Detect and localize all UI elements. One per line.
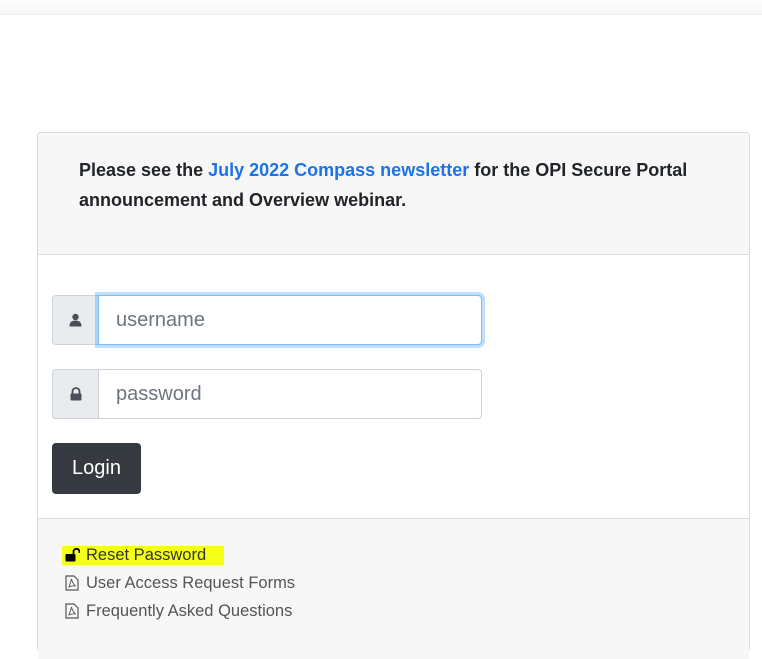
top-bar xyxy=(0,0,762,15)
password-group xyxy=(52,369,482,419)
reset-password-label: Reset Password xyxy=(86,545,207,564)
announcement-header: Please see the July 2022 Compass newslet… xyxy=(38,133,749,255)
user-icon xyxy=(52,295,98,345)
reset-password-link[interactable]: Reset Password xyxy=(62,541,749,569)
announcement-prefix: Please see the xyxy=(79,160,209,180)
help-links: Reset Password User Access Request Forms… xyxy=(38,519,749,659)
login-form: Login xyxy=(38,255,749,519)
username-group xyxy=(52,295,482,345)
faq-link[interactable]: Frequently Asked Questions xyxy=(64,597,749,625)
reset-password-highlight: Reset Password xyxy=(62,545,225,565)
login-card: Please see the July 2022 Compass newslet… xyxy=(37,132,750,659)
pdf-file-icon xyxy=(64,602,80,620)
newsletter-link[interactable]: July 2022 Compass newsletter xyxy=(208,160,469,180)
user-access-forms-label: User Access Request Forms xyxy=(86,573,296,592)
user-access-forms-link[interactable]: User Access Request Forms xyxy=(64,569,749,597)
faq-label: Frequently Asked Questions xyxy=(86,601,293,620)
unlock-icon xyxy=(64,546,80,564)
announcement-text: Please see the July 2022 Compass newslet… xyxy=(79,155,709,215)
login-button[interactable]: Login xyxy=(52,443,141,494)
password-input[interactable] xyxy=(98,369,482,419)
pdf-file-icon xyxy=(64,574,80,592)
username-input[interactable] xyxy=(98,295,482,345)
lock-icon xyxy=(52,369,98,419)
